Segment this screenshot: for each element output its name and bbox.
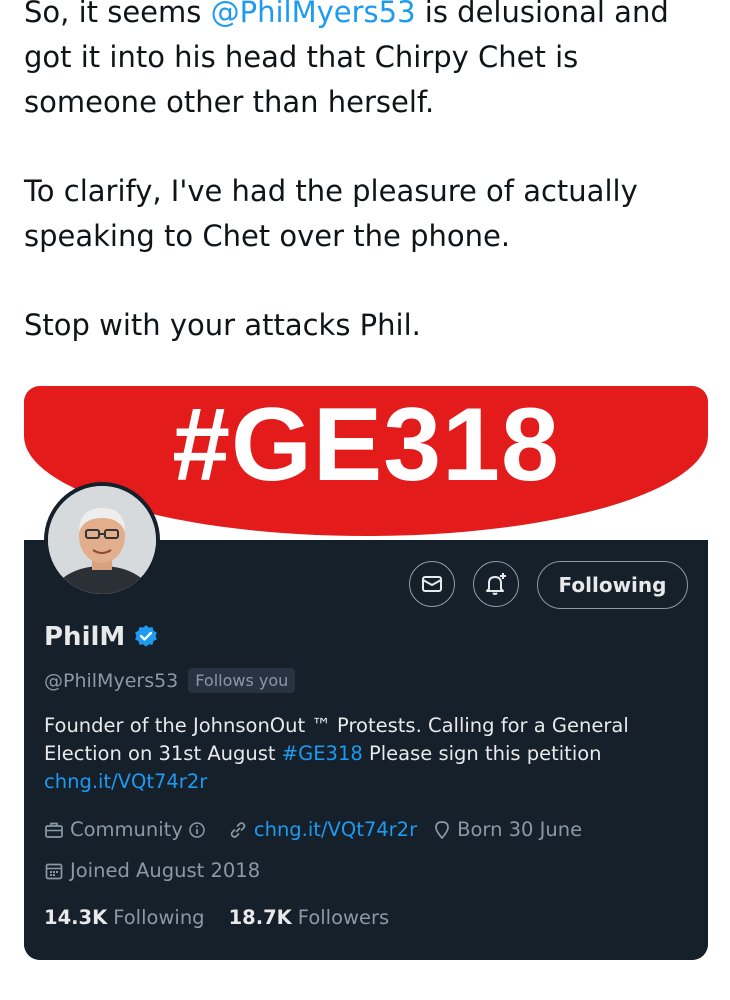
profile-name: PhilM [44, 622, 126, 652]
following-label[interactable]: Following [113, 906, 204, 929]
tweet-paragraph-2: To clarify, I've had the pleasure of act… [24, 174, 638, 253]
bell-plus-icon [486, 573, 506, 595]
message-icon [422, 576, 442, 592]
info-icon[interactable] [188, 821, 206, 839]
message-button[interactable] [409, 561, 455, 607]
meta-row-1: Community chng.it/VQt74r2r Born 30 June [44, 818, 598, 841]
mention-link[interactable]: @PhilMyers53 [211, 0, 416, 29]
followers-count[interactable]: 18.7K [229, 906, 292, 929]
followers-label[interactable]: Followers [298, 906, 389, 929]
location-pin-icon [435, 820, 449, 839]
notify-button[interactable] [473, 561, 519, 607]
avatar[interactable] [44, 482, 160, 598]
joined-label: Joined August 2018 [70, 859, 261, 882]
name-row: PhilM [44, 622, 159, 652]
born-item: Born 30 June [433, 818, 582, 841]
website-link[interactable]: chng.it/VQt74r2r [254, 818, 417, 841]
bio-text-2: Please sign this petition [362, 742, 602, 765]
category-label: Community [70, 818, 183, 841]
meta-row-2: Joined August 2018 [44, 859, 276, 882]
avatar-image [48, 486, 156, 594]
profile-card: #GE318 Following PhilM @PhilMyers53 Foll… [24, 386, 708, 960]
tweet-paragraph-3: Stop with your attacks Phil. [24, 308, 421, 342]
profile-handle: @PhilMyers53 [44, 669, 179, 692]
joined-item: Joined August 2018 [44, 859, 260, 882]
category-item: Community [44, 818, 212, 841]
bio-petition-link[interactable]: chng.it/VQt74r2r [44, 770, 207, 793]
website-item: chng.it/VQt74r2r [228, 818, 417, 841]
following-button[interactable]: Following [537, 561, 688, 609]
verified-badge-icon [135, 625, 158, 647]
tweet-text: So, it seems @PhilMyers53 is delusional … [24, 0, 714, 392]
tweet-line1-prefix: So, it seems [24, 0, 211, 29]
link-icon [230, 821, 246, 838]
tweet-paragraph-1: So, it seems @PhilMyers53 is delusional … [24, 0, 714, 125]
briefcase-icon [45, 822, 63, 838]
avatar-photo [48, 486, 156, 594]
follows-you-badge: Follows you [188, 668, 296, 693]
born-label: Born 30 June [457, 818, 583, 841]
profile-bio: Founder of the JohnsonOut ™ Protests. Ca… [44, 712, 694, 796]
bio-hashtag-link[interactable]: #GE318 [282, 742, 363, 765]
stats-row: 14.3K Following 18.7K Followers [44, 906, 413, 929]
handle-row: @PhilMyers53 Follows you [44, 668, 296, 693]
following-count[interactable]: 14.3K [44, 906, 107, 929]
banner-text: #GE318 [172, 387, 560, 503]
calendar-icon [45, 863, 63, 879]
